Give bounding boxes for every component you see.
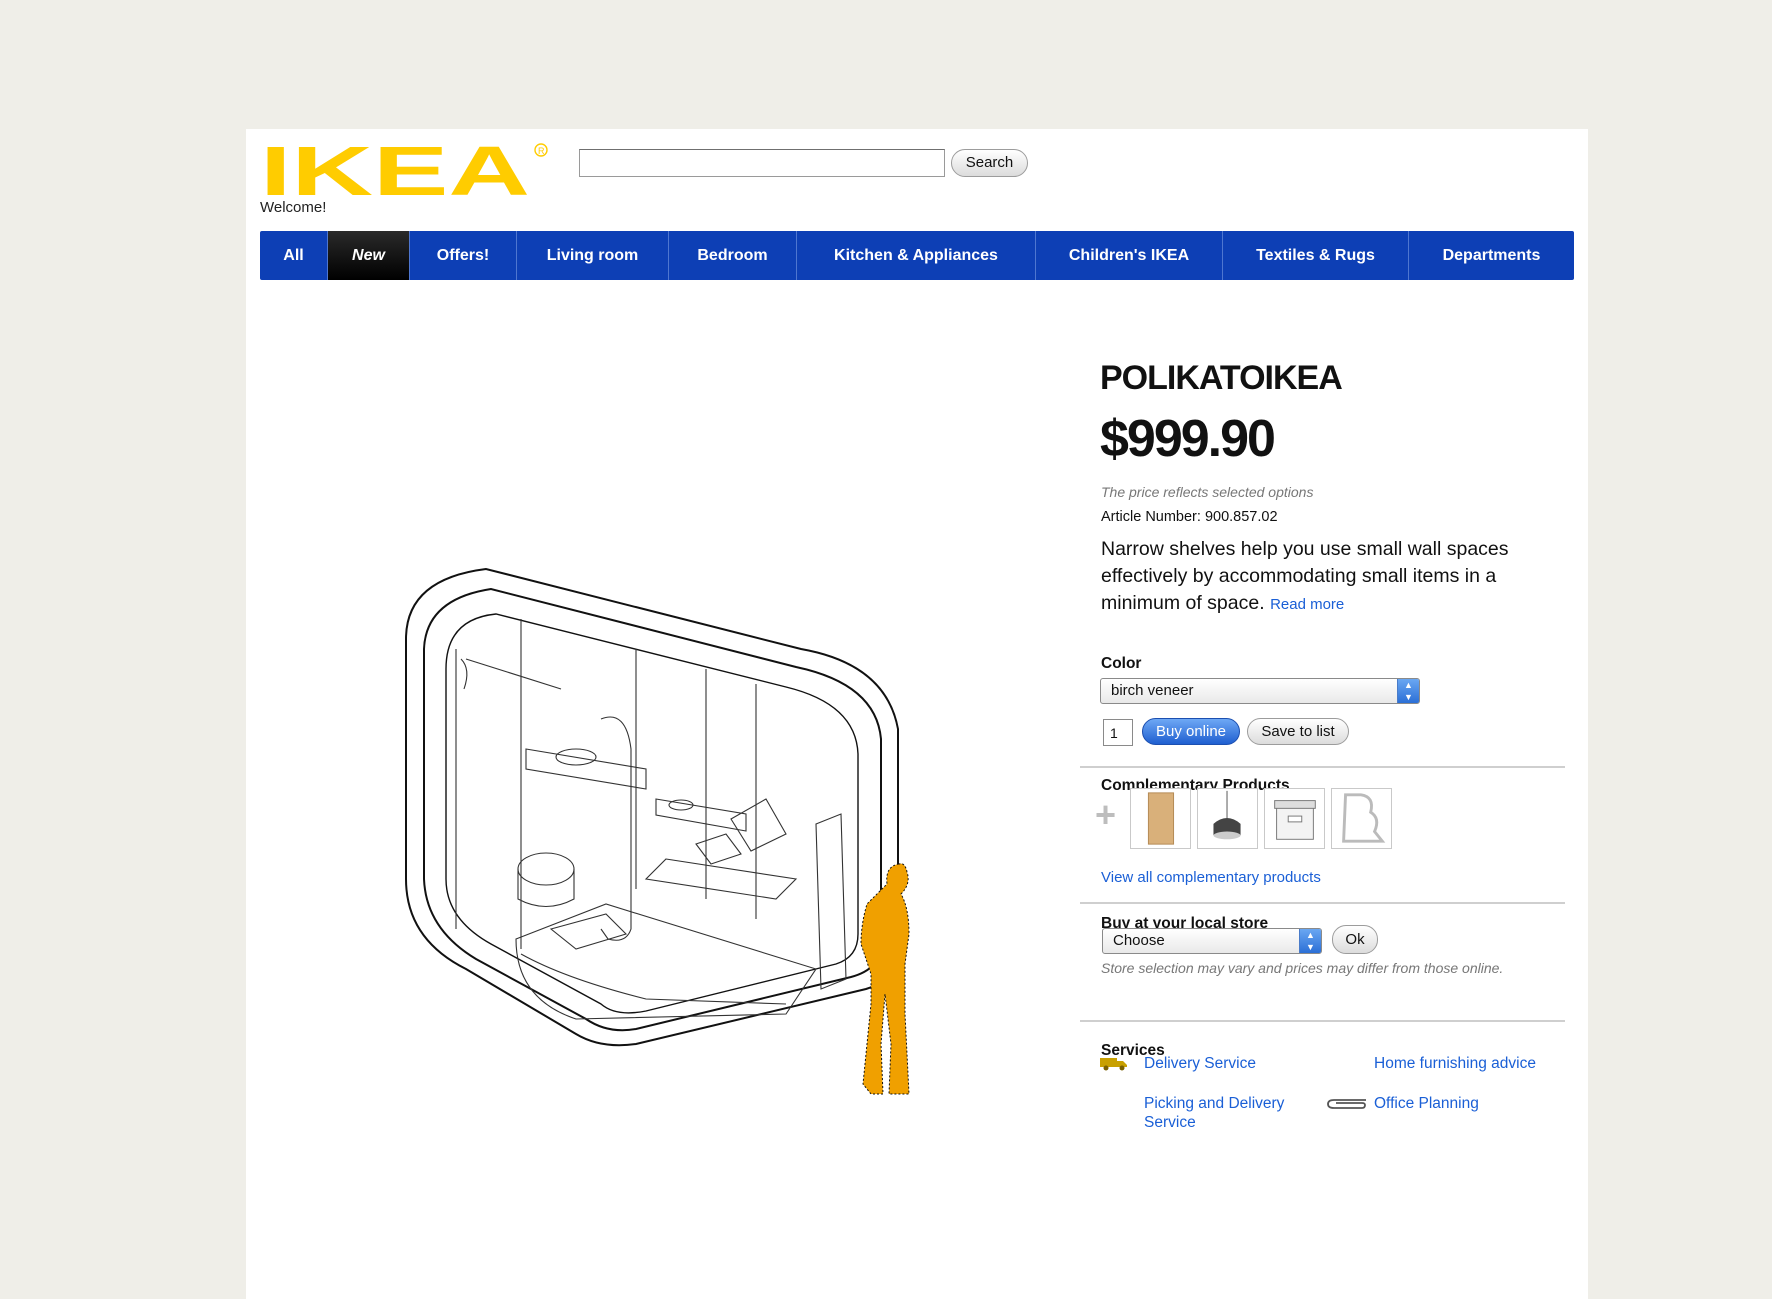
- view-all-complementary-link[interactable]: View all complementary products: [1101, 869, 1321, 886]
- product-price: $999.90: [1100, 410, 1276, 468]
- store-note: Store selection may vary and prices may …: [1101, 960, 1504, 976]
- product-name: POLIKATOIKEA: [1100, 359, 1343, 397]
- pendant-lamp-thumbnail[interactable]: [1197, 788, 1258, 849]
- svg-text:IKEA: IKEA: [260, 141, 530, 203]
- welcome-text: Welcome!: [260, 199, 327, 216]
- ikea-logo[interactable]: IKEA R: [260, 141, 550, 203]
- product-illustration: [405, 567, 910, 1095]
- nav-item-all[interactable]: All: [260, 231, 327, 280]
- delivery-service-link[interactable]: Delivery Service: [1144, 1054, 1256, 1073]
- wood-panel-thumbnail[interactable]: [1130, 788, 1191, 849]
- product-description: Narrow shelves help you use small wall s…: [1101, 536, 1561, 618]
- select-arrows-icon: ▲ ▼: [1299, 929, 1321, 953]
- article-value: 900.857.02: [1204, 509, 1278, 525]
- divider: [1080, 1020, 1565, 1022]
- nav-item-new[interactable]: New: [327, 231, 409, 280]
- page: IKEA R Welcome! Search All New Offers! L…: [246, 129, 1588, 1299]
- home-furnishing-advice-link[interactable]: Home furnishing advice: [1374, 1054, 1536, 1073]
- color-select[interactable]: birch veneer ▲ ▼: [1100, 678, 1420, 704]
- read-more-link[interactable]: Read more: [1270, 596, 1344, 613]
- quantity-input[interactable]: 1: [1103, 719, 1133, 746]
- magazine-rack-thumbnail[interactable]: [1331, 788, 1392, 849]
- divider: [1080, 902, 1565, 904]
- store-select-value: Choose: [1113, 932, 1165, 949]
- paperclip-icon: [1327, 1099, 1366, 1109]
- price-note: The price reflects selected options: [1101, 484, 1314, 500]
- store-ok-button[interactable]: Ok: [1332, 925, 1378, 954]
- main-nav: All New Offers! Living room Bedroom Kitc…: [260, 231, 1574, 280]
- article-number: Article Number: 900.857.02: [1101, 509, 1278, 525]
- divider: [1080, 766, 1565, 768]
- select-arrows-icon: ▲ ▼: [1397, 679, 1419, 703]
- store-select[interactable]: Choose ▲ ▼: [1102, 928, 1322, 954]
- picking-delivery-service-link[interactable]: Picking and Delivery Service: [1144, 1094, 1304, 1132]
- nav-item-kitchen-appliances[interactable]: Kitchen & Appliances: [796, 231, 1035, 280]
- nav-item-bedroom[interactable]: Bedroom: [668, 231, 796, 280]
- nav-item-childrens-ikea[interactable]: Children's IKEA: [1035, 231, 1222, 280]
- search-button[interactable]: Search: [951, 149, 1028, 177]
- storage-box-thumbnail[interactable]: [1264, 788, 1325, 849]
- human-silhouette: [860, 863, 910, 1095]
- article-label: Article Number:: [1101, 509, 1201, 525]
- truck-icon: [1100, 1058, 1127, 1071]
- nav-item-textiles-rugs[interactable]: Textiles & Rugs: [1222, 231, 1408, 280]
- svg-text:R: R: [538, 146, 545, 156]
- buy-online-button[interactable]: Buy online: [1142, 718, 1240, 745]
- nav-item-offers[interactable]: Offers!: [409, 231, 516, 280]
- save-to-list-button[interactable]: Save to list: [1247, 718, 1349, 745]
- color-label: Color: [1101, 655, 1142, 672]
- color-select-value: birch veneer: [1111, 682, 1194, 699]
- office-planning-link[interactable]: Office Planning: [1374, 1094, 1479, 1113]
- plus-icon: +: [1095, 794, 1117, 835]
- search-input[interactable]: [579, 149, 945, 177]
- nav-item-departments[interactable]: Departments: [1408, 231, 1574, 280]
- nav-item-living-room[interactable]: Living room: [516, 231, 668, 280]
